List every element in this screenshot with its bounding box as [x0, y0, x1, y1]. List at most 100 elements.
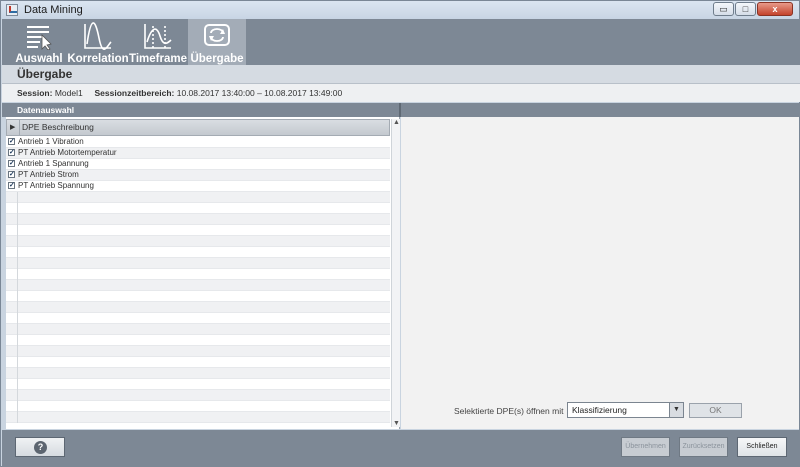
maximize-button[interactable]: □ [735, 2, 756, 16]
dpe-column-header[interactable]: ▶ DPE Beschreibung [6, 119, 390, 136]
toolbar-korrelation[interactable]: Korrelation [67, 19, 129, 65]
ok-button[interactable]: OK [689, 403, 742, 418]
dpe-rows: ✓ Antrieb 1 Vibration ✓ PT Antrieb Motortem… [6, 137, 390, 427]
row-label: PT Antrieb Spannung [18, 181, 94, 190]
row-gutter [17, 214, 18, 225]
table-row[interactable]: ✓ PT Antrieb Motortemperatur [6, 148, 390, 159]
row-gutter [17, 280, 18, 291]
table-row[interactable] [6, 291, 390, 302]
row-label: Antrieb 1 Vibration [18, 137, 84, 146]
row-gutter [17, 291, 18, 302]
column-separator [19, 120, 20, 135]
table-row[interactable] [6, 412, 390, 423]
row-label: PT Antrieb Strom [18, 170, 79, 179]
table-row[interactable] [6, 214, 390, 225]
title-bar: Data Mining ▭ □ x [1, 1, 799, 19]
toolbar-label: Übergabe [190, 53, 244, 65]
row-checkbox[interactable]: ✓ [8, 160, 15, 167]
selection-list-icon [27, 26, 52, 50]
row-gutter [17, 379, 18, 390]
table-row[interactable]: ✓ Antrieb 1 Vibration [6, 137, 390, 148]
session-range-label: Sessionzeitbereich: [94, 88, 175, 98]
table-row[interactable] [6, 225, 390, 236]
row-label: Antrieb 1 Spannung [18, 159, 89, 168]
open-with-select[interactable]: Klassifizierung ▼ [567, 402, 684, 418]
open-with-selected-value: Klassifizierung [572, 405, 627, 415]
transfer-icon [204, 24, 230, 46]
row-gutter [17, 324, 18, 335]
apply-button[interactable]: Übernehmen [621, 437, 670, 457]
table-row[interactable] [6, 357, 390, 368]
datenauswahl-title: Datenauswahl [17, 105, 75, 115]
main-toolbar: Auswahl Korrelation Timeframe Übergabe [2, 19, 800, 65]
toolbar-auswahl[interactable]: Auswahl [10, 19, 68, 65]
window-title: Data Mining [24, 4, 83, 16]
row-gutter [17, 357, 18, 368]
open-with-label: Selektierte DPE(s) öffnen mit [454, 406, 564, 416]
row-checkbox[interactable]: ✓ [8, 138, 15, 145]
panel-divider[interactable] [399, 103, 401, 117]
table-row[interactable] [6, 401, 390, 412]
row-gutter [17, 313, 18, 324]
table-scrollbar[interactable]: ▲ ▼ [391, 119, 400, 427]
row-gutter [17, 335, 18, 346]
timeframe-chart-icon [144, 24, 172, 49]
panels-header: Datenauswahl [2, 103, 800, 117]
row-checkbox[interactable]: ✓ [8, 149, 15, 156]
table-row[interactable] [6, 236, 390, 247]
row-gutter [17, 302, 18, 313]
toolbar-label: Korrelation [67, 53, 129, 65]
dpe-table-panel: ▶ DPE Beschreibung ✓ Antrieb 1 Vibration ✓… [6, 117, 400, 429]
table-row[interactable] [6, 335, 390, 346]
data-mining-window: Data Mining ▭ □ x Auswahl Korrelation Ti… [0, 0, 800, 467]
session-value: Model1 [54, 88, 83, 98]
table-row[interactable] [6, 203, 390, 214]
scroll-up-icon[interactable]: ▲ [393, 119, 400, 126]
row-gutter [17, 258, 18, 269]
row-gutter [17, 368, 18, 379]
close-window-button[interactable]: x [757, 2, 793, 16]
table-row[interactable] [6, 379, 390, 390]
table-row[interactable] [6, 258, 390, 269]
window-controls: ▭ □ x [713, 2, 793, 16]
table-row[interactable] [6, 313, 390, 324]
minimize-button[interactable]: ▭ [713, 2, 734, 16]
reset-button[interactable]: Zurücksetzen [679, 437, 728, 457]
table-row[interactable]: ✓ PT Antrieb Spannung [6, 181, 390, 192]
table-row[interactable] [6, 269, 390, 280]
close-button[interactable]: Schließen [737, 437, 787, 457]
toolbar-timeframe[interactable]: Timeframe [128, 19, 188, 65]
row-gutter [17, 269, 18, 280]
table-row[interactable] [6, 302, 390, 313]
row-gutter [17, 412, 18, 423]
table-row[interactable] [6, 192, 390, 203]
toolbar-uebergabe[interactable]: Übergabe [188, 19, 246, 65]
row-gutter [17, 401, 18, 412]
chevron-down-icon[interactable]: ▼ [669, 403, 683, 417]
table-row[interactable]: ✓ Antrieb 1 Spannung [6, 159, 390, 170]
table-row[interactable]: ✓ PT Antrieb Strom [6, 170, 390, 181]
table-row[interactable] [6, 280, 390, 291]
row-gutter [17, 346, 18, 357]
app-icon [6, 4, 18, 16]
footer-bar: ? Übernehmen Zurücksetzen Schließen [2, 430, 800, 467]
section-title: Übergabe [2, 65, 800, 84]
session-label: Session: [17, 88, 53, 98]
row-gutter [17, 192, 18, 203]
scroll-down-icon[interactable]: ▼ [393, 420, 400, 427]
table-row[interactable] [6, 324, 390, 335]
row-gutter [17, 203, 18, 214]
help-button[interactable]: ? [15, 437, 65, 457]
table-row[interactable] [6, 346, 390, 357]
row-gutter [17, 390, 18, 401]
table-row[interactable] [6, 368, 390, 379]
row-gutter [17, 236, 18, 247]
expand-arrow-icon[interactable]: ▶ [10, 120, 15, 135]
row-checkbox[interactable]: ✓ [8, 182, 15, 189]
table-row[interactable] [6, 247, 390, 258]
row-gutter [17, 247, 18, 258]
row-checkbox[interactable]: ✓ [8, 171, 15, 178]
table-row[interactable] [6, 390, 390, 401]
details-panel: Selektierte DPE(s) öffnen mit Klassifizi… [401, 117, 799, 429]
help-icon: ? [34, 441, 47, 454]
